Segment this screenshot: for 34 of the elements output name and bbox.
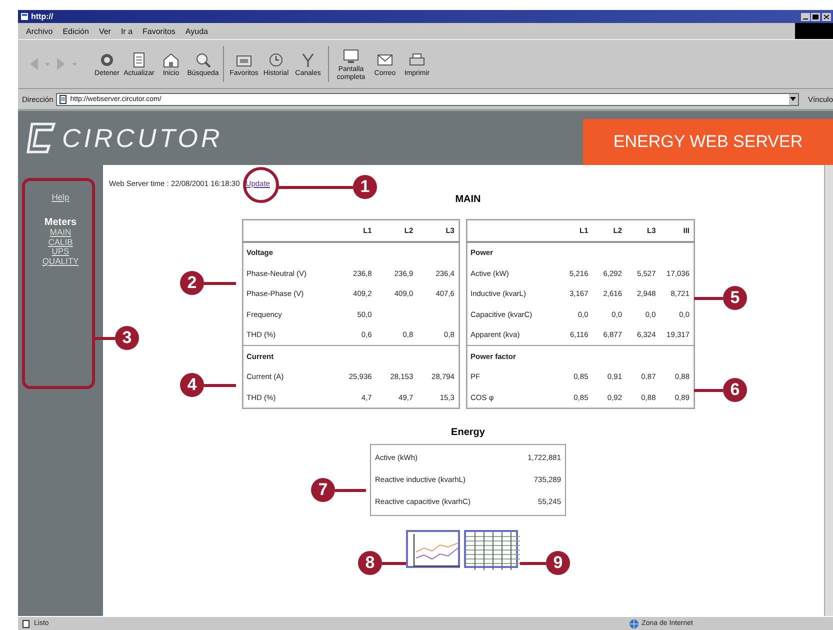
leader-line — [694, 389, 723, 392]
window-controls-icon[interactable] — [801, 12, 831, 22]
monitor-icon — [342, 46, 360, 65]
highlight-ring — [243, 167, 279, 203]
caret-icon[interactable] — [72, 62, 77, 66]
house-icon — [162, 50, 180, 69]
menu-item[interactable]: Archivo — [26, 26, 53, 36]
section-title: Energy — [451, 426, 485, 438]
chart-thumbnail[interactable] — [406, 530, 460, 568]
window-title: http:// — [31, 12, 54, 21]
leader-line — [335, 489, 366, 492]
logo-text: CIRCUTOR — [62, 122, 223, 154]
menu-item[interactable]: Edición — [62, 26, 89, 36]
menu-item[interactable]: Ver — [98, 26, 111, 36]
page-icon — [22, 620, 30, 628]
scrollbar[interactable] — [824, 165, 833, 616]
page-title: MAIN — [455, 194, 481, 205]
logo-icon — [26, 122, 56, 154]
history-icon — [267, 50, 285, 69]
leader-line — [694, 297, 723, 300]
banner: ENERGY WEB SERVER — [583, 119, 833, 165]
leader-line — [520, 562, 546, 565]
sidebar-heading: Meters — [44, 216, 77, 228]
table-thumbnail[interactable] — [464, 530, 518, 568]
menu-item[interactable]: Ir a — [120, 26, 133, 36]
leader-line — [95, 337, 115, 340]
leader-line — [204, 282, 236, 285]
leader-line — [382, 562, 406, 565]
menu-item[interactable]: Favoritos — [142, 26, 176, 36]
leader-line — [204, 384, 236, 387]
menu-item[interactable]: Ayuda — [185, 26, 208, 36]
caret-icon[interactable] — [45, 62, 50, 66]
page-icon — [59, 94, 68, 104]
browser-icon — [20, 12, 29, 21]
